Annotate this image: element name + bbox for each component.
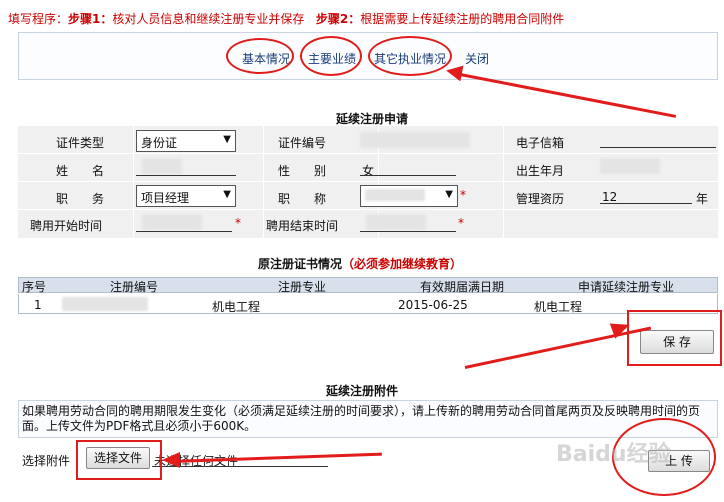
position-label: 职 务 bbox=[56, 192, 105, 206]
position-select[interactable]: 项目经理 ▼ bbox=[136, 185, 236, 207]
email-label: 电子信箱 bbox=[516, 136, 565, 150]
hire-end-field[interactable] bbox=[360, 216, 456, 232]
step2-text: 根据需要上传延续注册的聘用合同附件 bbox=[360, 12, 565, 26]
annotation-arrowhead-nav bbox=[444, 62, 464, 82]
cell-index: 1 bbox=[34, 298, 42, 312]
hire-start-label: 聘用开始时间 bbox=[30, 219, 103, 233]
position-value: 项目经理 bbox=[141, 191, 190, 205]
title-value-redacted bbox=[365, 189, 425, 201]
nav-link-close[interactable]: 关闭 bbox=[465, 50, 489, 67]
step1-tag: 步骤1： bbox=[68, 12, 113, 26]
cert-title-note: （必须参加继续教育） bbox=[342, 257, 463, 271]
hire-end-required-mark: * bbox=[458, 216, 464, 230]
cell-renew-specialty: 机电工程 bbox=[534, 300, 583, 314]
mgmt-label: 管理资历 bbox=[516, 192, 565, 206]
hire-end-label: 聘用结束时间 bbox=[266, 219, 339, 233]
col-header-index: 序号 bbox=[22, 280, 47, 294]
id-type-value: 身份证 bbox=[141, 136, 178, 150]
cell-specialty: 机电工程 bbox=[212, 300, 261, 314]
mgmt-unit: 年 bbox=[696, 192, 709, 206]
gender-label: 性 别 bbox=[278, 164, 327, 178]
step2-tag: 步骤2： bbox=[315, 12, 361, 26]
annotation-circle-achievements bbox=[300, 36, 362, 76]
form-title: 延续注册申请 bbox=[336, 112, 409, 126]
col-header-expiry: 有效期届满日期 bbox=[420, 280, 505, 294]
email-field[interactable] bbox=[600, 132, 716, 148]
instructions-label: 填写程序： bbox=[8, 12, 69, 26]
birth-label: 出生年月 bbox=[516, 164, 565, 178]
col-header-renew-specialty: 申请延续注册专业 bbox=[578, 280, 675, 294]
annotation-rect-choose-file bbox=[76, 440, 162, 480]
gender-field[interactable] bbox=[360, 160, 456, 176]
cert-title-text: 原注册证书情况 bbox=[258, 257, 343, 271]
annotation-arrowhead-choose-file bbox=[162, 452, 180, 468]
cell-expiry: 2015-06-25 bbox=[398, 298, 468, 312]
dropdown-arrow-icon: ▼ bbox=[445, 189, 453, 200]
hire-start-field[interactable] bbox=[136, 216, 232, 232]
annotation-circle-other bbox=[368, 36, 452, 76]
title-select[interactable]: ▼ bbox=[360, 185, 458, 207]
id-no-label: 证件编号 bbox=[278, 136, 327, 150]
title-label: 职 称 bbox=[278, 192, 327, 206]
cert-title: 原注册证书情况（必须参加继续教育） bbox=[258, 255, 462, 272]
select-attachment-label: 选择附件 bbox=[22, 454, 71, 468]
hire-start-required-mark: * bbox=[235, 216, 241, 230]
attachment-title: 延续注册附件 bbox=[326, 384, 399, 398]
id-type-select[interactable]: 身份证 ▼ bbox=[136, 130, 236, 152]
baidu-watermark: Baidu经验 bbox=[556, 442, 671, 467]
birth-value-redacted bbox=[600, 158, 660, 174]
attachment-note: 如果聘用劳动合同的聘用期限发生变化（必须满足延续注册的时间要求），请上传新的聘用… bbox=[22, 404, 701, 433]
id-no-value-redacted bbox=[360, 132, 470, 148]
annotation-circle-basic bbox=[226, 38, 294, 74]
dropdown-arrow-icon: ▼ bbox=[223, 189, 231, 200]
cell-reg-no-redacted bbox=[62, 297, 148, 311]
title-required-mark: * bbox=[460, 188, 466, 202]
mgmt-field[interactable] bbox=[600, 188, 692, 204]
instructions: 填写程序：步骤1：核对人员信息和继续注册专业并保存 步骤2：根据需要上传延续注册… bbox=[8, 10, 564, 27]
name-field[interactable] bbox=[136, 160, 236, 176]
step1-text: 核对人员信息和继续注册专业并保存 bbox=[112, 12, 305, 26]
dropdown-arrow-icon: ▼ bbox=[223, 134, 231, 145]
save-button[interactable]: 保 存 bbox=[640, 330, 714, 354]
col-header-specialty: 注册专业 bbox=[278, 280, 327, 294]
id-type-label: 证件类型 bbox=[56, 136, 105, 150]
name-label: 姓 名 bbox=[56, 164, 105, 178]
col-header-reg-no: 注册编号 bbox=[110, 280, 159, 294]
